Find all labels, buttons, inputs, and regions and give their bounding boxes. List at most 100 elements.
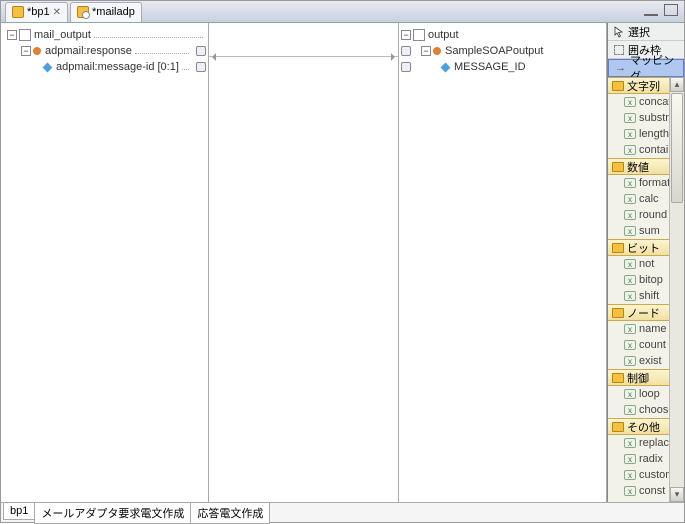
item-label: loop: [639, 388, 660, 400]
node-label: output: [428, 29, 459, 41]
input-port[interactable]: [401, 62, 411, 72]
scroll-thumb[interactable]: [671, 93, 683, 203]
function-icon: x: [624, 129, 636, 139]
folder-icon: [612, 373, 624, 383]
function-icon: x: [624, 389, 636, 399]
editor-tabbar: *bp1 ✕ *mailadp: [1, 1, 684, 23]
item-label: format: [639, 177, 670, 189]
function-icon: x: [624, 470, 636, 480]
group-title: 制御: [627, 370, 649, 386]
scroll-up-icon[interactable]: ▴: [670, 77, 684, 92]
tree-leaf[interactable]: MESSAGE_ID: [401, 59, 604, 75]
folder-icon: [612, 422, 624, 432]
scrollbar[interactable]: ▴ ▾: [669, 77, 684, 502]
schema-icon: [19, 29, 31, 41]
minimize-icon[interactable]: [644, 4, 658, 16]
item-label: shift: [639, 290, 659, 302]
scroll-down-icon[interactable]: ▾: [670, 487, 684, 502]
tree-root[interactable]: − mail_output: [3, 27, 206, 43]
function-icon: x: [624, 340, 636, 350]
function-icon: x: [624, 356, 636, 366]
connector-line: [94, 32, 203, 38]
node-label: MESSAGE_ID: [454, 61, 526, 73]
connector-line: [135, 48, 189, 54]
schema-icon: [413, 29, 425, 41]
arrow-icon: →: [615, 62, 626, 74]
item-label: round: [639, 209, 667, 221]
window-controls: [644, 4, 678, 16]
file-icon: [12, 6, 24, 18]
tree-leaf[interactable]: adpmail:message-id [0:1]: [3, 59, 206, 75]
group-title: 数値: [627, 159, 649, 175]
node-label: SampleSOAPoutput: [445, 45, 543, 57]
collapse-icon[interactable]: −: [401, 30, 411, 40]
input-port[interactable]: [401, 46, 411, 56]
output-port[interactable]: [196, 46, 206, 56]
tree-root[interactable]: − output: [401, 27, 604, 43]
connector-line: [182, 64, 189, 70]
tree-element[interactable]: − adpmail:response: [3, 43, 206, 59]
tab-label: *mailadp: [92, 6, 135, 18]
palette-scroll: 文字列«xconcatxsubstrxlengthxcontain数値«xfor…: [608, 77, 684, 502]
mapping-connection[interactable]: [209, 56, 398, 57]
mapping-canvas[interactable]: [209, 23, 399, 502]
group-title: 文字列: [627, 78, 660, 94]
maximize-icon[interactable]: [664, 4, 678, 16]
tree-element[interactable]: − SampleSOAPoutput: [401, 43, 604, 59]
element-icon: [433, 47, 441, 55]
function-icon: x: [624, 178, 636, 188]
node-label: adpmail:message-id [0:1]: [56, 61, 179, 73]
folder-icon: [612, 243, 624, 253]
function-icon: x: [624, 145, 636, 155]
item-label: calc: [639, 193, 659, 205]
item-label: concat: [639, 96, 671, 108]
folder-icon: [612, 81, 624, 91]
collapse-icon[interactable]: −: [421, 46, 431, 56]
palette-tools: 選択 囲み枠 → マッピング: [608, 23, 684, 77]
item-label: exist: [639, 355, 662, 367]
tool-label: 選択: [628, 24, 650, 40]
function-icon: x: [624, 226, 636, 236]
cursor-icon: [614, 26, 624, 38]
function-icon: x: [624, 97, 636, 107]
collapse-icon[interactable]: −: [7, 30, 17, 40]
element-icon: [33, 47, 41, 55]
target-tree-panel: − output − SampleSOAPoutput MESSAGE_ID: [399, 23, 607, 502]
marquee-icon: [614, 45, 624, 55]
item-label: name: [639, 323, 667, 335]
function-icon: x: [624, 259, 636, 269]
close-icon[interactable]: ✕: [53, 7, 61, 18]
function-icon: x: [624, 324, 636, 334]
tab-mailadp[interactable]: *mailadp: [70, 2, 142, 22]
bottom-tab[interactable]: メールアダプタ要求電文作成: [34, 503, 191, 524]
function-icon: x: [624, 275, 636, 285]
tab-bp1[interactable]: *bp1 ✕: [5, 2, 68, 22]
node-label: adpmail:response: [45, 45, 132, 57]
attribute-icon: [441, 62, 451, 72]
output-port[interactable]: [196, 62, 206, 72]
item-label: length: [639, 128, 669, 140]
tool-select[interactable]: 選択: [608, 23, 684, 41]
item-label: not: [639, 258, 654, 270]
function-icon: x: [624, 194, 636, 204]
function-icon: x: [624, 405, 636, 415]
bottom-tab[interactable]: 応答電文作成: [190, 503, 270, 524]
tab-label: *bp1: [27, 6, 50, 18]
function-icon: x: [624, 438, 636, 448]
group-title: その他: [627, 419, 660, 435]
item-label: radix: [639, 453, 663, 465]
palette-panel: 選択 囲み枠 → マッピング 文字列«xconcatxsubstrxlength…: [607, 23, 684, 502]
item-label: bitop: [639, 274, 663, 286]
group-title: ビット: [627, 240, 660, 256]
function-icon: x: [624, 486, 636, 496]
item-label: const: [639, 485, 665, 497]
attribute-icon: [43, 62, 53, 72]
folder-icon: [612, 308, 624, 318]
tool-mapping[interactable]: → マッピング: [608, 59, 684, 77]
function-icon: x: [624, 454, 636, 464]
function-icon: x: [624, 113, 636, 123]
bottom-tab[interactable]: bp1: [3, 503, 35, 520]
file-icon: [77, 6, 89, 18]
folder-icon: [612, 162, 624, 172]
collapse-icon[interactable]: −: [21, 46, 31, 56]
